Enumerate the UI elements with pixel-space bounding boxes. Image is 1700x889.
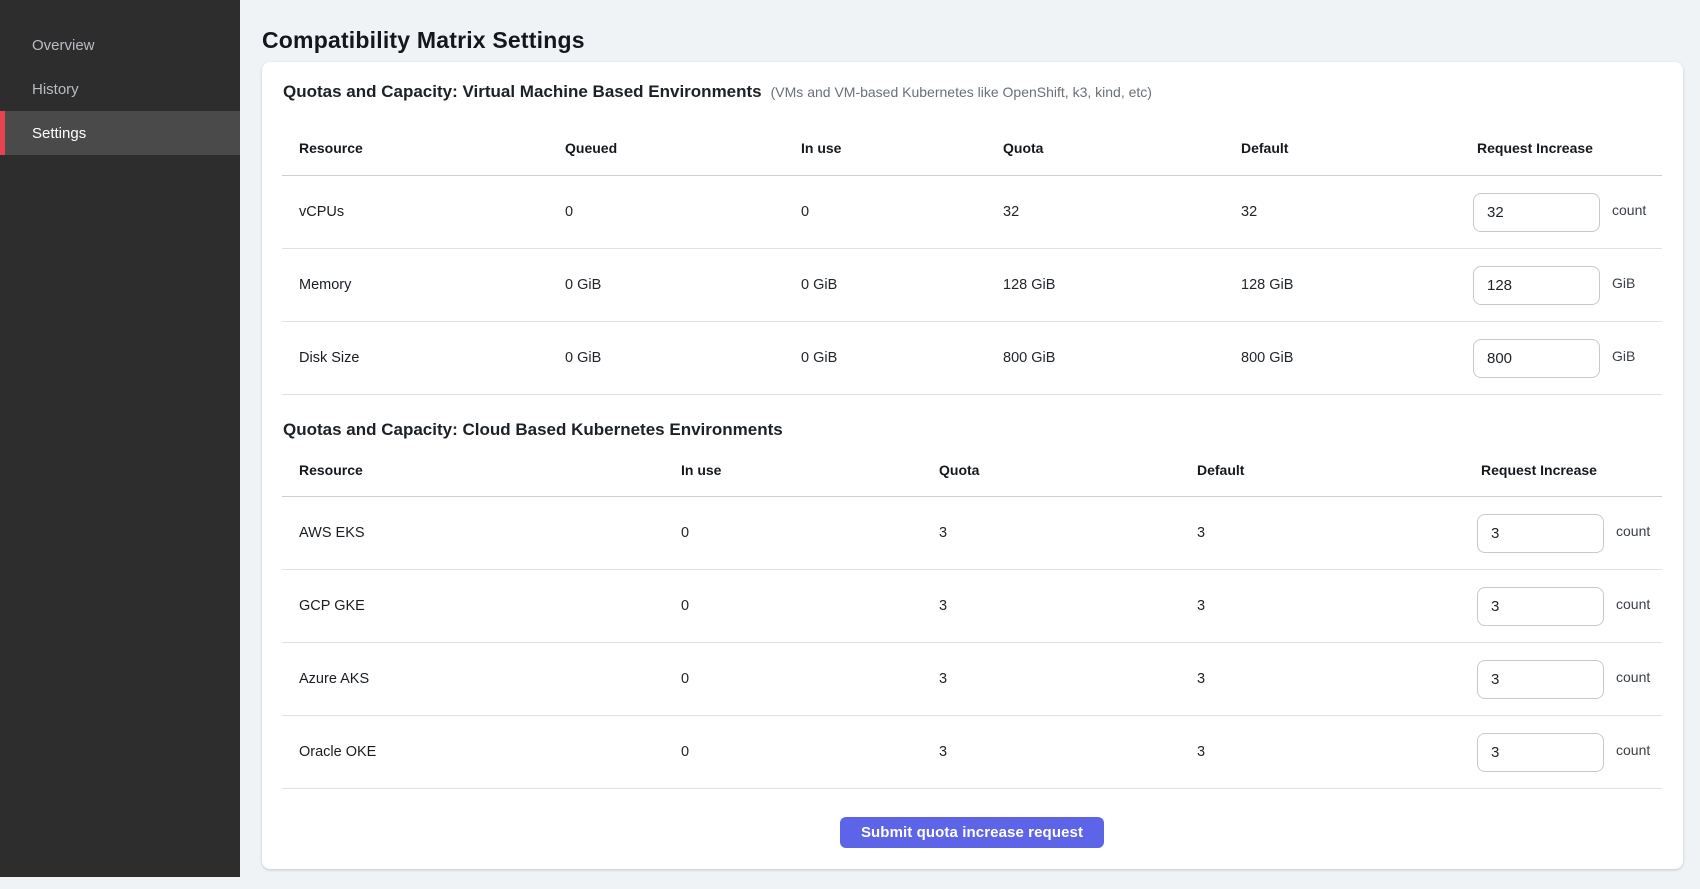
table-row-disk-size: Disk Size 0 GiB 0 GiB 800 GiB 800 GiB Gi… xyxy=(282,322,1662,395)
cell-queued: 0 xyxy=(565,204,801,220)
cell-resource: AWS EKS xyxy=(282,525,681,541)
unit-label: GiB xyxy=(1612,275,1635,291)
table-row-aws-eks: AWS EKS 0 3 3 count xyxy=(282,497,1662,570)
cell-default: 3 xyxy=(1197,598,1477,614)
cell-quota: 800 GiB xyxy=(1003,350,1241,366)
cell-quota: 3 xyxy=(939,744,1197,760)
sidebar-nav-list: Overview History Settings xyxy=(0,0,240,155)
unit-label: GiB xyxy=(1612,348,1635,364)
cell-in-use: 0 xyxy=(681,525,939,541)
request-increase-input-oracle-oke[interactable] xyxy=(1477,733,1604,772)
column-header-quota: Quota xyxy=(939,462,1197,478)
cell-default: 3 xyxy=(1197,744,1477,760)
table-row-memory: Memory 0 GiB 0 GiB 128 GiB 128 GiB GiB xyxy=(282,249,1662,322)
request-increase-cell: count xyxy=(1477,733,1662,772)
cell-default: 3 xyxy=(1197,671,1477,687)
column-header-queued: Queued xyxy=(565,140,801,156)
column-header-resource: Resource xyxy=(282,140,565,156)
column-header-quota: Quota xyxy=(1003,140,1241,156)
cloud-section-title: Quotas and Capacity: Cloud Based Kuberne… xyxy=(283,420,783,440)
column-header-default: Default xyxy=(1241,140,1473,156)
table-row-oracle-oke: Oracle OKE 0 3 3 count xyxy=(282,716,1662,789)
cell-queued: 0 GiB xyxy=(565,350,801,366)
table-row-azure-aks: Azure AKS 0 3 3 count xyxy=(282,643,1662,716)
sidebar-item-settings[interactable]: Settings xyxy=(0,111,240,155)
cloud-table-header-row: Resource In use Quota Default Request In… xyxy=(282,444,1662,497)
cell-resource: vCPUs xyxy=(282,204,565,220)
unit-label: count xyxy=(1612,202,1646,218)
vm-table-header-row: Resource Queued In use Quota Default Req… xyxy=(282,120,1662,176)
vm-section-title: Quotas and Capacity: Virtual Machine Bas… xyxy=(283,82,762,102)
request-increase-cell: count xyxy=(1477,660,1662,699)
column-header-resource: Resource xyxy=(282,462,681,478)
cell-in-use: 0 xyxy=(801,204,1003,220)
request-increase-cell: count xyxy=(1473,193,1662,232)
cell-default: 32 xyxy=(1241,204,1473,220)
cell-resource: GCP GKE xyxy=(282,598,681,614)
column-header-in-use: In use xyxy=(681,462,939,478)
cell-in-use: 0 xyxy=(681,598,939,614)
cell-resource: Oracle OKE xyxy=(282,744,681,760)
cell-default: 128 GiB xyxy=(1241,277,1473,293)
submit-quota-increase-button[interactable]: Submit quota increase request xyxy=(840,817,1104,848)
cell-quota: 32 xyxy=(1003,204,1241,220)
request-increase-cell: count xyxy=(1477,587,1662,626)
column-header-request-increase: Request Increase xyxy=(1473,140,1662,156)
unit-label: count xyxy=(1616,742,1650,758)
cell-quota: 3 xyxy=(939,598,1197,614)
column-header-request-increase: Request Increase xyxy=(1477,462,1662,478)
main-content: Compatibility Matrix Settings Quotas and… xyxy=(240,0,1700,889)
column-header-in-use: In use xyxy=(801,140,1003,156)
table-row-vcpus: vCPUs 0 0 32 32 count xyxy=(282,176,1662,249)
unit-label: count xyxy=(1616,596,1650,612)
cell-default: 3 xyxy=(1197,525,1477,541)
cell-quota: 3 xyxy=(939,525,1197,541)
cell-resource: Disk Size xyxy=(282,350,565,366)
submit-button-row: Submit quota increase request xyxy=(282,789,1662,848)
request-increase-input-gcp-gke[interactable] xyxy=(1477,587,1604,626)
request-increase-input-vcpus[interactable] xyxy=(1473,193,1600,232)
cloud-quota-table: Resource In use Quota Default Request In… xyxy=(282,444,1662,789)
vm-quota-table: Resource Queued In use Quota Default Req… xyxy=(282,120,1662,395)
cell-quota: 128 GiB xyxy=(1003,277,1241,293)
cell-resource: Memory xyxy=(282,277,565,293)
quotas-settings-card: Quotas and Capacity: Virtual Machine Bas… xyxy=(262,62,1683,869)
cloud-section-header: Quotas and Capacity: Cloud Based Kuberne… xyxy=(283,395,1662,444)
cell-in-use: 0 xyxy=(681,744,939,760)
request-increase-cell: count xyxy=(1477,514,1662,553)
table-row-gcp-gke: GCP GKE 0 3 3 count xyxy=(282,570,1662,643)
column-header-default: Default xyxy=(1197,462,1477,478)
cell-in-use: 0 xyxy=(681,671,939,687)
cell-in-use: 0 GiB xyxy=(801,277,1003,293)
unit-label: count xyxy=(1616,523,1650,539)
cell-queued: 0 GiB xyxy=(565,277,801,293)
unit-label: count xyxy=(1616,669,1650,685)
sidebar-item-overview[interactable]: Overview xyxy=(0,23,240,67)
cell-quota: 3 xyxy=(939,671,1197,687)
request-increase-cell: GiB xyxy=(1473,266,1662,305)
request-increase-cell: GiB xyxy=(1473,339,1662,378)
sidebar-item-history[interactable]: History xyxy=(0,67,240,111)
sidebar: Overview History Settings xyxy=(0,0,240,877)
request-increase-input-aws-eks[interactable] xyxy=(1477,514,1604,553)
cell-default: 800 GiB xyxy=(1241,350,1473,366)
vm-section-subtitle: (VMs and VM-based Kubernetes like OpenSh… xyxy=(771,84,1152,100)
request-increase-input-azure-aks[interactable] xyxy=(1477,660,1604,699)
cell-in-use: 0 GiB xyxy=(801,350,1003,366)
request-increase-input-disk-size[interactable] xyxy=(1473,339,1600,378)
cell-resource: Azure AKS xyxy=(282,671,681,687)
request-increase-input-memory[interactable] xyxy=(1473,266,1600,305)
vm-section-header: Quotas and Capacity: Virtual Machine Bas… xyxy=(283,62,1662,106)
page-title: Compatibility Matrix Settings xyxy=(262,25,1683,55)
